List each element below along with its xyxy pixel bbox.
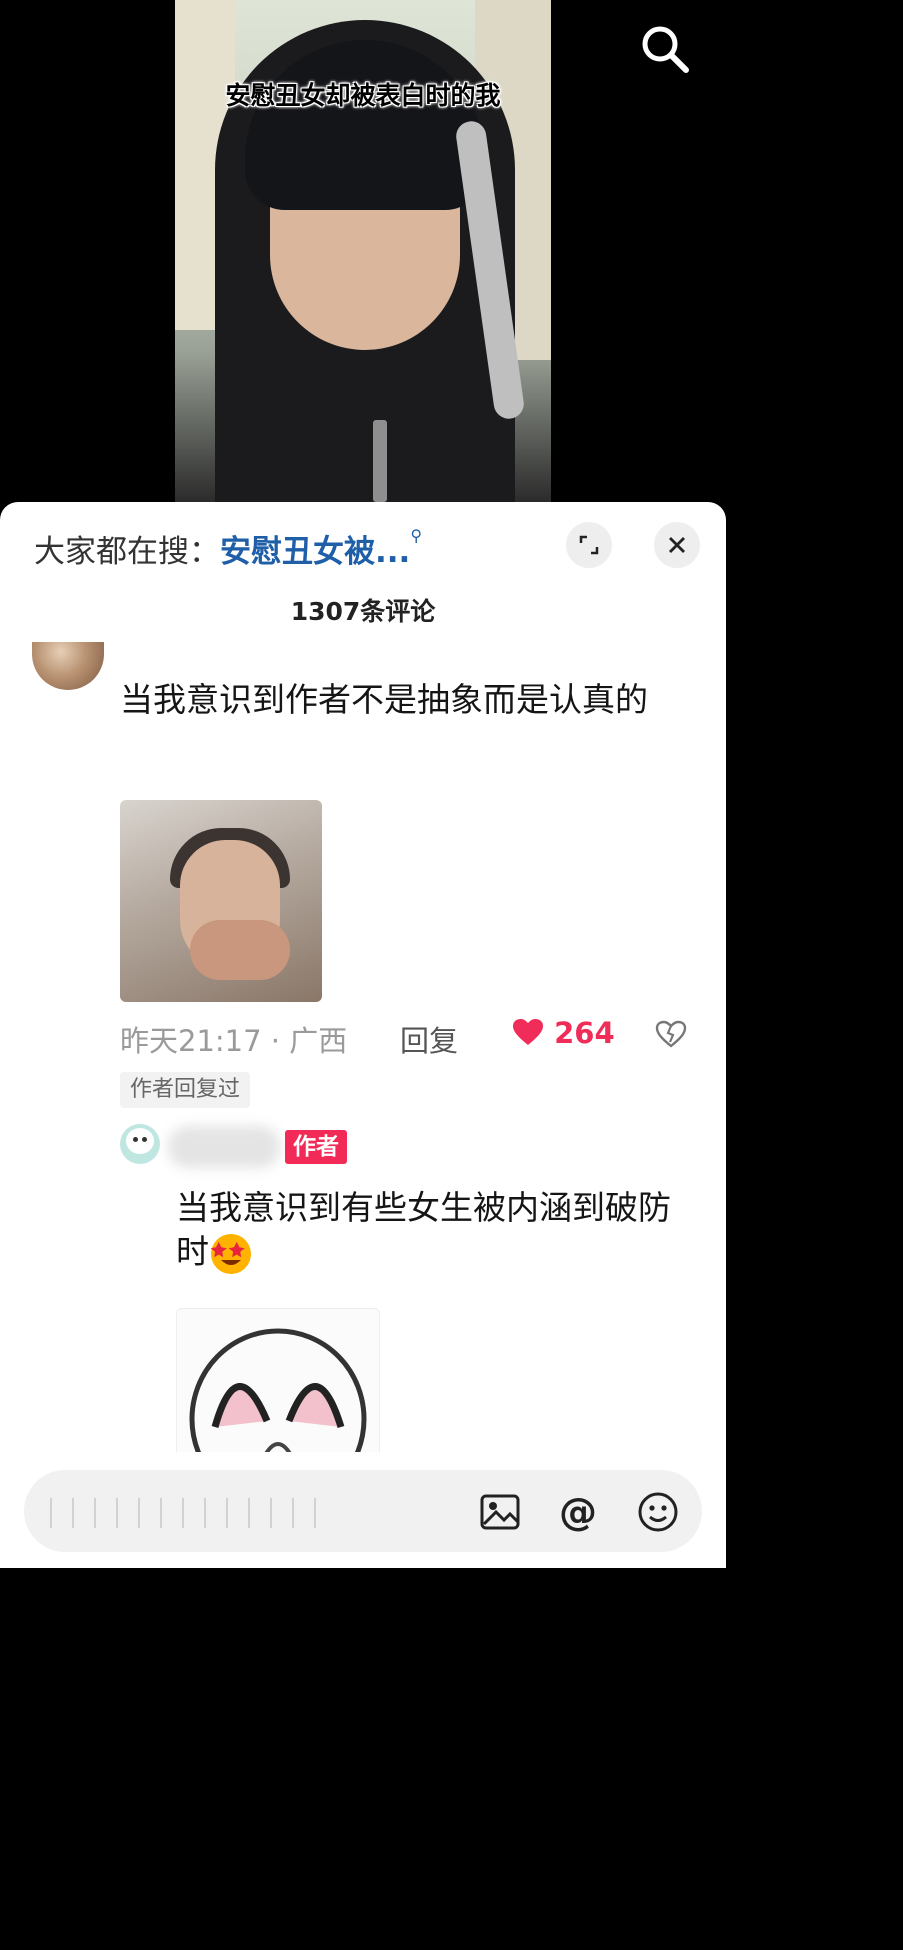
like-count: 264 — [554, 1016, 615, 1050]
blurred-username[interactable] — [168, 1126, 280, 1168]
comment-time-location: 昨天21:17 · 广西 — [120, 1024, 348, 1058]
at-icon[interactable]: @ — [556, 1490, 600, 1534]
star-eyes-emoji-icon — [209, 1232, 253, 1276]
close-button[interactable] — [654, 522, 700, 568]
hot-search-prefix: 大家都在搜： — [34, 534, 220, 570]
dislike-button[interactable] — [655, 1020, 687, 1052]
expand-icon — [579, 535, 599, 555]
comment-count: 1307条评论 — [290, 597, 436, 626]
heart-icon — [513, 1019, 543, 1045]
small-search-icon: ⚲ — [410, 526, 423, 545]
broken-heart-icon — [655, 1020, 687, 1048]
comment-text: 当我意识到作者不是抽象而是认真的 — [120, 680, 648, 719]
reply-text: 当我意识到有些女生被内涵到破防时 — [176, 1186, 696, 1276]
comment-input-bar: @ — [0, 1452, 726, 1568]
author-avatar[interactable] — [120, 1124, 160, 1164]
video-frame — [175, 0, 551, 502]
comment-image[interactable] — [120, 800, 322, 1002]
search-icon[interactable] — [636, 20, 692, 76]
reply-button[interactable]: 回复 — [400, 1018, 458, 1060]
hot-search-keyword[interactable]: 安慰丑女被... — [220, 534, 410, 570]
author-tag: 作者 — [285, 1130, 347, 1164]
avatar[interactable] — [32, 642, 104, 690]
video-player[interactable]: 安慰丑女却被表白时的我 — [0, 0, 726, 502]
zipper — [373, 420, 387, 502]
author-replied-badge: 作者回复过 — [120, 1072, 251, 1108]
close-icon — [669, 537, 685, 553]
expand-button[interactable] — [566, 522, 612, 568]
video-caption: 安慰丑女却被表白时的我 — [225, 81, 501, 110]
comment-sheet: 大家都在搜：安慰丑女被...⚲ 1307条评论 当我意识到作者不是抽象而是认真的… — [0, 502, 726, 1568]
image-icon[interactable] — [478, 1490, 522, 1534]
hot-search[interactable]: 大家都在搜：安慰丑女被...⚲ — [34, 526, 422, 571]
like-button[interactable]: 264 — [512, 1016, 615, 1050]
input-placeholder — [50, 1498, 330, 1528]
emoji-icon[interactable] — [636, 1490, 680, 1534]
